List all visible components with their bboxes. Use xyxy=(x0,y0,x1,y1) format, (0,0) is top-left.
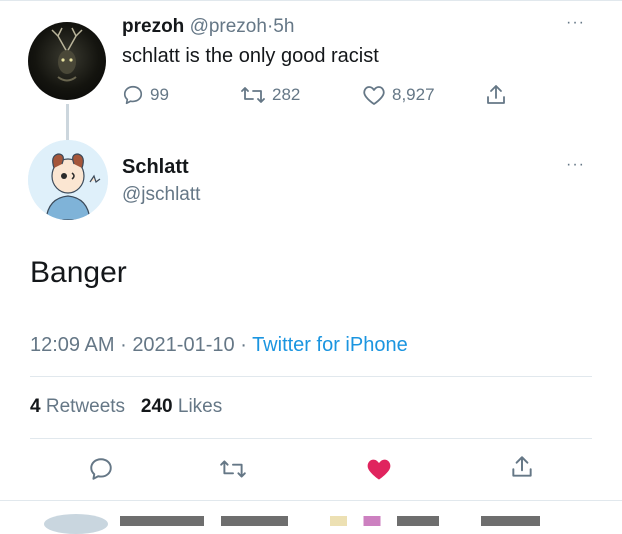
tweet-metadata: 12:09 AM · 2021-01-10 · Twitter for iPho… xyxy=(30,334,408,357)
tweet-date[interactable]: 2021-01-10 xyxy=(132,334,234,356)
parent-retweet-button[interactable]: 282 xyxy=(240,84,300,106)
retweets-label: Retweets xyxy=(45,396,126,417)
liked-heart-fill xyxy=(367,459,391,480)
main-tweet-text: Banger xyxy=(30,256,127,289)
engagement-stats: 4 Retweets 240 Likes xyxy=(30,396,222,418)
top-divider xyxy=(0,0,622,1)
tweet-time[interactable]: 12:09 AM xyxy=(30,334,115,356)
reply-button[interactable] xyxy=(88,456,114,482)
parent-header: prezoh @prezoh·5h xyxy=(122,16,294,38)
retweets-stat[interactable]: 4 Retweets xyxy=(30,396,125,417)
next-reply-header-preview xyxy=(120,516,540,526)
reply-icon xyxy=(123,85,143,105)
meta-separator: · xyxy=(240,334,247,356)
prezoh-avatar[interactable] xyxy=(28,22,106,100)
parent-like-count: 8,927 xyxy=(392,85,435,104)
retweet-icon xyxy=(241,87,265,103)
tweet-source-link[interactable]: Twitter for iPhone xyxy=(252,334,408,356)
bottom-divider xyxy=(0,500,622,501)
retweets-count: 4 xyxy=(30,396,41,417)
parent-share-button[interactable] xyxy=(484,83,508,107)
divider xyxy=(30,438,592,439)
retweet-button[interactable] xyxy=(219,457,247,481)
likes-stat[interactable]: 240 Likes xyxy=(141,396,222,417)
thread-line xyxy=(66,104,69,140)
parent-more-button[interactable]: ··· xyxy=(566,14,585,32)
parent-tweet-text: schlatt is the only good racist xyxy=(122,45,379,67)
heart-icon xyxy=(363,86,385,105)
parent-reply-count: 99 xyxy=(150,85,169,104)
heart-icon xyxy=(367,459,391,480)
retweet-icon xyxy=(220,460,246,478)
ram-character-image xyxy=(28,140,108,220)
share-icon xyxy=(487,85,505,104)
share-button[interactable] xyxy=(509,454,535,480)
likes-count: 240 xyxy=(140,396,173,417)
main-display-name[interactable]: Schlatt xyxy=(122,156,189,179)
main-handle[interactable]: @jschlatt xyxy=(122,184,200,206)
next-reply-preview[interactable] xyxy=(44,514,108,534)
parent-retweet-count: 282 xyxy=(272,85,301,104)
deer-image xyxy=(51,27,83,82)
likes-label: Likes xyxy=(177,396,223,417)
main-more-button[interactable]: ··· xyxy=(566,156,585,174)
divider xyxy=(30,376,592,377)
parent-display-name[interactable]: prezoh xyxy=(122,16,184,37)
like-button[interactable] xyxy=(365,456,393,482)
share-icon xyxy=(512,456,532,477)
parent-reply-button[interactable]: 99 xyxy=(122,84,169,106)
parent-handle[interactable]: @prezoh xyxy=(190,16,267,37)
meta-separator: · xyxy=(120,334,127,356)
reply-icon xyxy=(90,458,112,480)
parent-time[interactable]: 5h xyxy=(273,16,294,37)
parent-like-button[interactable]: 8,927 xyxy=(362,84,435,106)
schlatt-avatar[interactable] xyxy=(28,140,108,220)
